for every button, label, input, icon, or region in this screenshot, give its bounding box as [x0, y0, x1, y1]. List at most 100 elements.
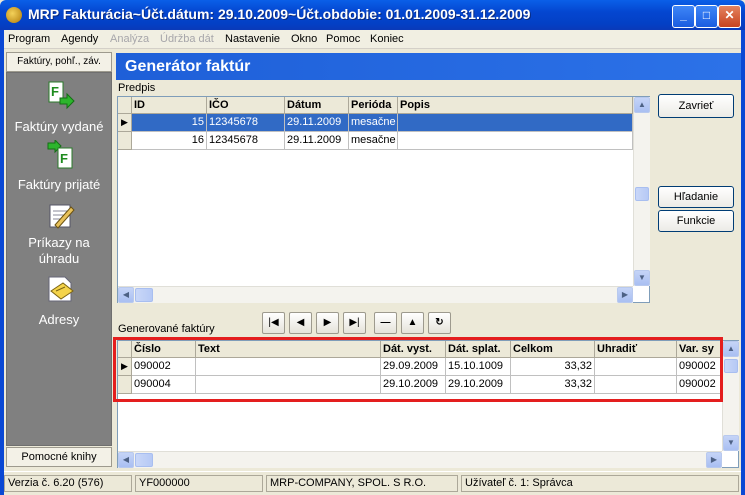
search-button[interactable]: Hľadanie [658, 186, 734, 208]
cell-dat-splat[interactable]: 29.10.2009 [446, 376, 511, 394]
cell-id[interactable]: 15 [132, 114, 207, 132]
cell-popis[interactable] [398, 132, 633, 150]
row-indicator [118, 376, 132, 394]
cell-datum[interactable]: 29.11.2009 [285, 114, 349, 132]
cell-cislo[interactable]: 090004 [132, 376, 196, 394]
nav-refresh-icon[interactable]: ↻ [428, 312, 451, 334]
gen-col-uhradit[interactable]: Uhradiť [595, 341, 677, 358]
cell-celkom[interactable]: 33,32 [511, 376, 595, 394]
nav-edit-icon[interactable]: ▲ [401, 312, 424, 334]
row-indicator [118, 132, 132, 150]
left-panel: F Faktúry vydané F Faktúry prijaté Príka… [6, 72, 112, 446]
predpis-vscroll[interactable]: ▲ ▼ [633, 97, 650, 286]
predpis-hscroll[interactable]: ◀ ▶ [118, 286, 633, 303]
close-window-button[interactable]: ✕ [718, 5, 741, 28]
cell-dat-vyst[interactable]: 29.09.2009 [381, 358, 446, 376]
scroll-right-icon[interactable]: ▶ [706, 452, 722, 468]
predpis-col-datum[interactable]: Dátum [285, 97, 349, 114]
gen-col-celkom[interactable]: Celkom [511, 341, 595, 358]
maximize-button[interactable]: □ [695, 5, 718, 28]
scroll-left-icon[interactable]: ◀ [118, 287, 134, 303]
cell-celkom[interactable]: 33,32 [511, 358, 595, 376]
cell-var-sym[interactable]: 090002 [677, 376, 722, 394]
predpis-col-popis[interactable]: Popis [398, 97, 633, 114]
gen-col-text[interactable]: Text [196, 341, 381, 358]
menu-nastavenie[interactable]: Nastavenie [225, 33, 280, 45]
minimize-button[interactable]: _ [672, 5, 695, 28]
status-bar: Verzia č. 6.20 (576) YF000000 MRP-COMPAN… [4, 471, 741, 495]
generated-vscroll[interactable]: ▲ ▼ [722, 341, 739, 451]
menu-agendy[interactable]: Agendy [61, 33, 98, 45]
menu-program[interactable]: Program [8, 33, 50, 45]
cell-perioda[interactable]: mesačne [349, 132, 398, 150]
predpis-grid[interactable]: ID IČO Dátum Perióda Popis ▶ 15 12345678… [117, 96, 650, 303]
gen-col-dat-vyst[interactable]: Dát. vyst. [381, 341, 446, 358]
predpis-label: Predpis [118, 82, 156, 94]
invoice-issued-icon[interactable]: F [47, 81, 75, 111]
cell-popis[interactable] [398, 114, 633, 132]
menu-pomoc[interactable]: Pomoc [326, 33, 360, 45]
nav-first-icon[interactable]: |◀ [262, 312, 285, 334]
page-title: Generátor faktúr [116, 53, 741, 80]
predpis-col-id[interactable]: ID [132, 97, 207, 114]
left-item-faktury-prijate[interactable]: Faktúry prijaté [7, 177, 111, 193]
left-item-faktury-vydane[interactable]: Faktúry vydané [7, 119, 111, 135]
scroll-thumb[interactable] [724, 359, 738, 373]
gen-col-dat-splat[interactable]: Dát. splat. [446, 341, 511, 358]
scroll-down-icon[interactable]: ▼ [634, 270, 650, 286]
window-frame-right [741, 30, 745, 495]
cell-text[interactable] [196, 358, 381, 376]
gen-col-var-sym[interactable]: Var. sy [677, 341, 722, 358]
menu-okno[interactable]: Okno [291, 33, 317, 45]
cell-ico[interactable]: 12345678 [207, 132, 285, 150]
menu-udrzba-dat[interactable]: Údržba dát [160, 33, 214, 45]
nav-delete-icon[interactable]: — [374, 312, 397, 334]
nav-prev-icon[interactable]: ◀ [289, 312, 312, 334]
scroll-thumb[interactable] [635, 187, 649, 201]
scroll-left-icon[interactable]: ◀ [118, 452, 134, 468]
menu-koniec[interactable]: Koniec [370, 33, 404, 45]
scroll-thumb[interactable] [135, 453, 153, 467]
scroll-up-icon[interactable]: ▲ [723, 341, 739, 357]
payment-order-icon[interactable] [47, 201, 75, 231]
scroll-thumb[interactable] [135, 288, 153, 302]
row-indicator-icon: ▶ [118, 358, 132, 376]
status-user: Užívateľ č. 1: Správca [461, 475, 739, 492]
scroll-right-icon[interactable]: ▶ [617, 287, 633, 303]
generated-hscroll[interactable]: ◀ ▶ [118, 451, 722, 468]
cell-uhradit[interactable] [595, 376, 677, 394]
cell-text[interactable] [196, 376, 381, 394]
pomocne-knihy-tab[interactable]: Pomocné knihy [6, 447, 112, 467]
functions-button[interactable]: Funkcie [658, 210, 734, 232]
cell-var-sym[interactable]: 090002 [677, 358, 722, 376]
gen-col-cislo[interactable]: Číslo [132, 341, 196, 358]
address-icon[interactable] [47, 273, 75, 303]
predpis-col-perioda[interactable]: Perióda [349, 97, 398, 114]
close-button[interactable]: Zavrieť [658, 94, 734, 118]
left-item-adresy[interactable]: Adresy [7, 312, 111, 328]
invoice-received-icon[interactable]: F [47, 138, 75, 170]
cell-uhradit[interactable] [595, 358, 677, 376]
predpis-col-ico[interactable]: IČO [207, 97, 285, 114]
title-bar[interactable]: MRP Fakturácia~Účt.dátum: 29.10.2009~Účt… [0, 0, 745, 30]
menu-analyza[interactable]: Analýza [110, 33, 149, 45]
gen-corner [118, 341, 132, 358]
scroll-up-icon[interactable]: ▲ [634, 97, 650, 113]
cell-ico[interactable]: 12345678 [207, 114, 285, 132]
scroll-down-icon[interactable]: ▼ [723, 435, 739, 451]
nav-next-icon[interactable]: ▶ [316, 312, 339, 334]
generated-grid[interactable]: Číslo Text Dát. vyst. Dát. splat. Celkom… [117, 340, 739, 468]
cell-datum[interactable]: 29.11.2009 [285, 132, 349, 150]
cell-dat-vyst[interactable]: 29.10.2009 [381, 376, 446, 394]
cell-perioda[interactable]: mesačne [349, 114, 398, 132]
svg-text:F: F [60, 151, 68, 166]
left-panel-tab[interactable]: Faktúry, pohľ., záv. [6, 52, 112, 72]
app-icon [6, 7, 22, 23]
nav-last-icon[interactable]: ▶| [343, 312, 366, 334]
cell-cislo[interactable]: 090002 [132, 358, 196, 376]
cell-dat-splat[interactable]: 15.10.1009 [446, 358, 511, 376]
cell-id[interactable]: 16 [132, 132, 207, 150]
left-item-prikazy-na-uhradu[interactable]: Príkazy na úhradu [7, 235, 111, 267]
svg-text:F: F [51, 84, 59, 99]
row-indicator-icon: ▶ [118, 114, 132, 132]
